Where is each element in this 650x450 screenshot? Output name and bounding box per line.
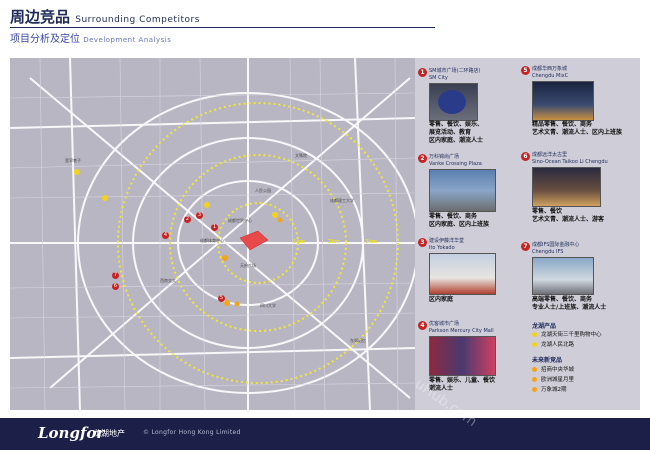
legend-item: 招商中央华城 bbox=[532, 365, 574, 373]
copyright-text: © Longfor Hong Kong Limited bbox=[143, 429, 241, 436]
competitor-2-number: 2 bbox=[418, 154, 427, 163]
map-label: 人民公园 bbox=[255, 188, 271, 193]
competitor-6-name: 成都远洋太古里 bbox=[532, 152, 568, 158]
map-label: 西南交大 bbox=[160, 278, 176, 283]
subtitle-cn: 项目分析及定位 bbox=[10, 34, 80, 45]
map-marker-4[interactable]: 4 bbox=[162, 232, 169, 239]
orange-dot-icon bbox=[532, 387, 537, 392]
title-cn: 周边竞品 bbox=[10, 8, 71, 26]
map-label: 成都理工大学 bbox=[330, 198, 354, 203]
footer-bar: Longfor 龙湖地产 © Longfor Hong Kong Limited bbox=[0, 418, 650, 450]
legend-group1-title: 龙湖产品 bbox=[532, 323, 557, 330]
competitor-5-name-en: Chengdu MixC bbox=[532, 73, 569, 79]
competitor-map[interactable]: 1km 2km 3km 成都世贸中心 天府广场 成都体育中心 四川大学 西南交大… bbox=[10, 58, 415, 410]
map-roads bbox=[10, 58, 415, 410]
competitor-4-name-en: Parkson Mercury City Mall bbox=[429, 328, 494, 334]
competitor-1-name: SM城市广场(二环路店) bbox=[429, 68, 481, 74]
map-marker-7[interactable]: 7 bbox=[112, 272, 119, 279]
competitor-7-photo bbox=[532, 257, 594, 295]
map-marker-1[interactable]: 1 bbox=[211, 224, 218, 231]
map-marker-5[interactable]: 5 bbox=[218, 295, 225, 302]
competitor-4-number: 4 bbox=[418, 321, 427, 330]
competitor-2-name-en: Vanke Crossing Plaza bbox=[429, 161, 482, 167]
competitor-6-photo bbox=[532, 167, 601, 207]
ring-label-3km: 3km bbox=[365, 239, 378, 245]
competitor-6-desc: 零售、餐饮 艺术文青、潮流人士、游客 bbox=[532, 208, 605, 223]
orange-dot-icon bbox=[532, 367, 537, 372]
legend-item: 万象城2期 bbox=[532, 385, 567, 393]
yellow-dot-icon bbox=[532, 332, 537, 337]
competitor-1-name-en: SM City bbox=[429, 75, 448, 81]
ring-label-2km: 2km bbox=[328, 239, 341, 245]
page-title: 周边竞品 Surrounding Competitors bbox=[10, 6, 200, 27]
legend-item: 龙湖天街三千里购物中心 bbox=[532, 330, 602, 338]
subtitle-en: Development Analysis bbox=[83, 36, 172, 44]
project-site bbox=[239, 230, 269, 251]
competitor-panel: 1 SM城市广场(二环路店) SM City 零售、餐饮、娱乐、 展览活动、教育… bbox=[415, 58, 640, 410]
competitor-3-desc: 区内家庭 bbox=[429, 296, 454, 303]
ring-label-1km: 1km bbox=[293, 239, 306, 245]
building-logo-icon bbox=[438, 90, 466, 114]
map-label: 成都世贸中心 bbox=[228, 218, 252, 223]
map-label: 东郊记忆 bbox=[350, 338, 366, 343]
competitor-2-photo bbox=[429, 169, 496, 212]
competitor-7-name: 成都IFS国际金融中心 bbox=[532, 242, 580, 248]
title-en: Surrounding Competitors bbox=[75, 15, 200, 25]
competitor-7-name-en: Chengdu IFS bbox=[532, 249, 564, 255]
competitor-1-photo bbox=[429, 83, 478, 121]
map-label: 天府广场 bbox=[240, 263, 256, 268]
competitor-3-name-en: Ito Yokado bbox=[429, 245, 455, 251]
logo-cn: 龙湖地产 bbox=[93, 429, 125, 438]
orange-dot-icon bbox=[532, 377, 537, 382]
competitor-6-number: 6 bbox=[521, 152, 530, 161]
competitor-7-number: 7 bbox=[521, 242, 530, 251]
competitor-1-desc: 零售、餐饮、娱乐、 展览活动、教育 区内家庭、潮流人士 bbox=[429, 121, 484, 144]
map-marker-3[interactable]: 3 bbox=[196, 212, 203, 219]
competitor-2-name: 万科锦尚广场 bbox=[429, 154, 460, 160]
competitor-5-photo bbox=[532, 81, 594, 121]
competitor-3-photo bbox=[429, 253, 496, 295]
legend-item: 欧洲城星月里 bbox=[532, 375, 574, 383]
map-marker-6[interactable]: 6 bbox=[112, 283, 119, 290]
map-label: 宽窄巷子 bbox=[65, 158, 81, 163]
legend-group2-title: 未来新竞品 bbox=[532, 357, 563, 364]
competitor-6-name-en: Sino-Ocean Taikoo Li Chengdu bbox=[532, 159, 608, 165]
competitor-5-desc: 精品零售、餐饮、商务 艺术文青、潮流人士、区内上班族 bbox=[532, 121, 623, 136]
header-divider bbox=[10, 27, 435, 28]
competitor-3-number: 3 bbox=[418, 238, 427, 247]
yellow-dot-icon bbox=[532, 342, 537, 347]
legend-item: 龙湖人民北路 bbox=[532, 340, 574, 348]
competitor-7-desc: 高端零售、餐饮、商务 专业人士/上班族、潮流人士 bbox=[532, 296, 607, 311]
competitor-5-number: 5 bbox=[521, 66, 530, 75]
competitor-3-name: 建设伊藤洋华堂 bbox=[429, 238, 465, 244]
competitor-4-photo bbox=[429, 336, 496, 376]
map-marker-2[interactable]: 2 bbox=[184, 216, 191, 223]
competitor-5-name: 成都华西万象城 bbox=[532, 66, 568, 72]
competitor-1-number: 1 bbox=[418, 68, 427, 77]
competitor-2-desc: 零售、餐饮、商务 区内家庭、区内上班族 bbox=[429, 213, 490, 228]
page-subtitle: 项目分析及定位 Development Analysis bbox=[10, 30, 171, 45]
map-label: 成都体育中心 bbox=[200, 238, 224, 243]
map-label: 文殊院 bbox=[295, 153, 307, 158]
competitor-4-name: 优客城市广场 bbox=[429, 321, 460, 327]
map-label: 四川大学 bbox=[260, 303, 276, 308]
